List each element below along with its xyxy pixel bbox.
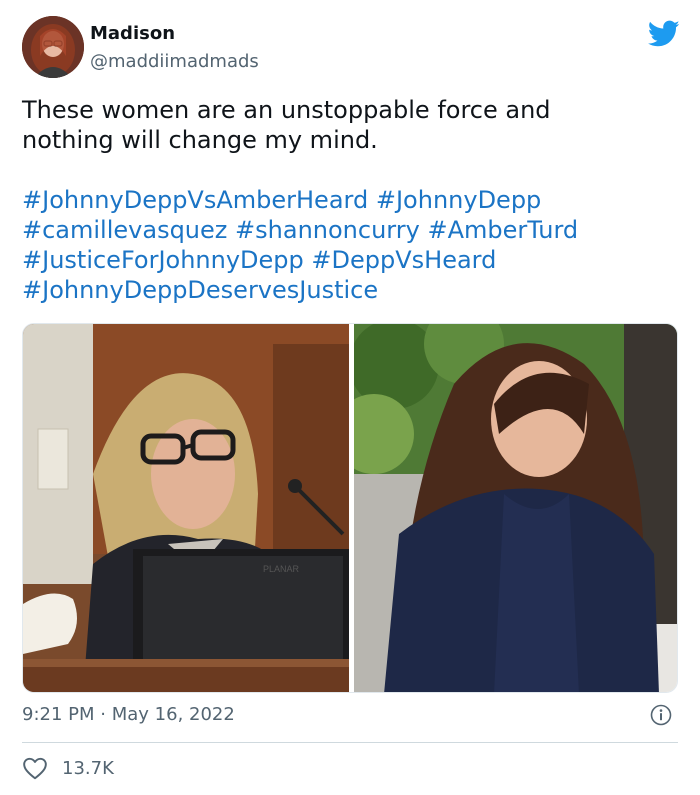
avatar[interactable] xyxy=(22,16,84,78)
hashtag-link[interactable]: #JohnnyDeppVsAmberHeard xyxy=(22,186,368,214)
hashtag-line: #JohnnyDeppDeservesJustice xyxy=(22,275,672,305)
hashtag-block: #JohnnyDeppVsAmberHeard #JohnnyDepp #cam… xyxy=(22,185,672,305)
tweet-date: May 16, 2022 xyxy=(111,704,235,725)
twitter-bird-icon[interactable] xyxy=(648,20,680,48)
hashtag-link[interactable]: #JohnnyDeppDeservesJustice xyxy=(22,276,378,304)
tweet-timestamp[interactable]: 9:21 PM · May 16, 2022 xyxy=(22,704,235,725)
tweet-text-line: nothing will change my mind. xyxy=(22,126,378,154)
hashtag-line: #JusticeForJohnnyDepp #DeppVsHeard xyxy=(22,245,672,275)
like-action[interactable]: 13.7K xyxy=(22,754,114,782)
hashtag-line: #camillevasquez #shannoncurry #AmberTurd xyxy=(22,215,672,245)
photo-courtroom[interactable]: PLANAR xyxy=(23,324,349,692)
hashtag-link[interactable]: #JohnnyDepp xyxy=(376,186,541,214)
tweet-time: 9:21 PM xyxy=(22,704,95,725)
divider xyxy=(22,742,678,743)
tweet-media: PLANAR xyxy=(22,323,678,693)
photo-outdoor[interactable] xyxy=(354,324,677,692)
hashtag-line: #JohnnyDeppVsAmberHeard #JohnnyDepp xyxy=(22,185,672,215)
tweet-text: These women are an unstoppable force and… xyxy=(22,95,662,155)
hashtag-link[interactable]: #DeppVsHeard xyxy=(311,246,496,274)
user-handle[interactable]: @maddiimadmads xyxy=(90,51,259,72)
hashtag-link[interactable]: #JusticeForJohnnyDepp xyxy=(22,246,304,274)
monitor-label: PLANAR xyxy=(263,564,300,574)
timestamp-separator: · xyxy=(100,704,106,725)
like-count: 13.7K xyxy=(62,757,114,779)
info-icon[interactable] xyxy=(650,704,672,726)
tweet-text-line: These women are an unstoppable force and xyxy=(22,96,551,124)
hashtag-link[interactable]: #camillevasquez xyxy=(22,216,227,244)
heart-icon[interactable] xyxy=(22,756,48,780)
hashtag-link[interactable]: #shannoncurry xyxy=(235,216,420,244)
hashtag-link[interactable]: #AmberTurd xyxy=(427,216,578,244)
tweet-header: Madison @maddiimadmads xyxy=(22,16,682,80)
display-name[interactable]: Madison xyxy=(90,23,175,44)
